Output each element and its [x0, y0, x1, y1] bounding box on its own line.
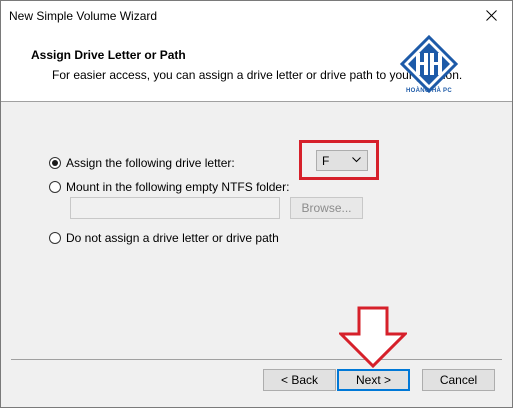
drive-letter-select[interactable]: F: [316, 150, 368, 171]
title-bar: New Simple Volume Wizard: [1, 1, 512, 31]
back-button[interactable]: < Back: [263, 369, 336, 391]
browse-button[interactable]: Browse...: [290, 197, 363, 219]
option-mount-folder-label: Mount in the following empty NTFS folder…: [66, 180, 290, 194]
close-icon: [486, 10, 497, 21]
option-no-assign-label: Do not assign a drive letter or drive pa…: [66, 231, 279, 245]
radio-mount-folder[interactable]: [49, 181, 61, 193]
cancel-button[interactable]: Cancel: [422, 369, 495, 391]
window-title: New Simple Volume Wizard: [9, 9, 158, 23]
next-button[interactable]: Next >: [337, 369, 410, 391]
wizard-header: Assign Drive Letter or Path For easier a…: [1, 31, 512, 101]
close-button[interactable]: [472, 1, 512, 31]
wizard-window: New Simple Volume Wizard Assign Drive Le…: [0, 0, 513, 408]
logo-text: HOÀNG HÀ PC: [406, 88, 452, 94]
wizard-content: Assign the following drive letter: F Mou…: [1, 102, 512, 359]
page-title: Assign Drive Letter or Path: [31, 48, 186, 62]
folder-path-input[interactable]: [70, 197, 280, 219]
option-mount-folder[interactable]: Mount in the following empty NTFS folder…: [49, 180, 289, 194]
option-assign-letter-label: Assign the following drive letter:: [66, 156, 235, 170]
wizard-footer: < Back Next > Cancel: [1, 359, 512, 407]
radio-assign-letter[interactable]: [49, 157, 61, 169]
radio-no-assign[interactable]: [49, 232, 61, 244]
drive-letter-value: F: [322, 154, 330, 168]
option-assign-letter[interactable]: Assign the following drive letter:: [49, 156, 235, 170]
chevron-down-icon: [352, 157, 361, 163]
option-no-assign[interactable]: Do not assign a drive letter or drive pa…: [49, 231, 279, 245]
brand-logo: HOÀNG HÀ PC: [394, 31, 464, 101]
footer-divider: [11, 359, 502, 360]
